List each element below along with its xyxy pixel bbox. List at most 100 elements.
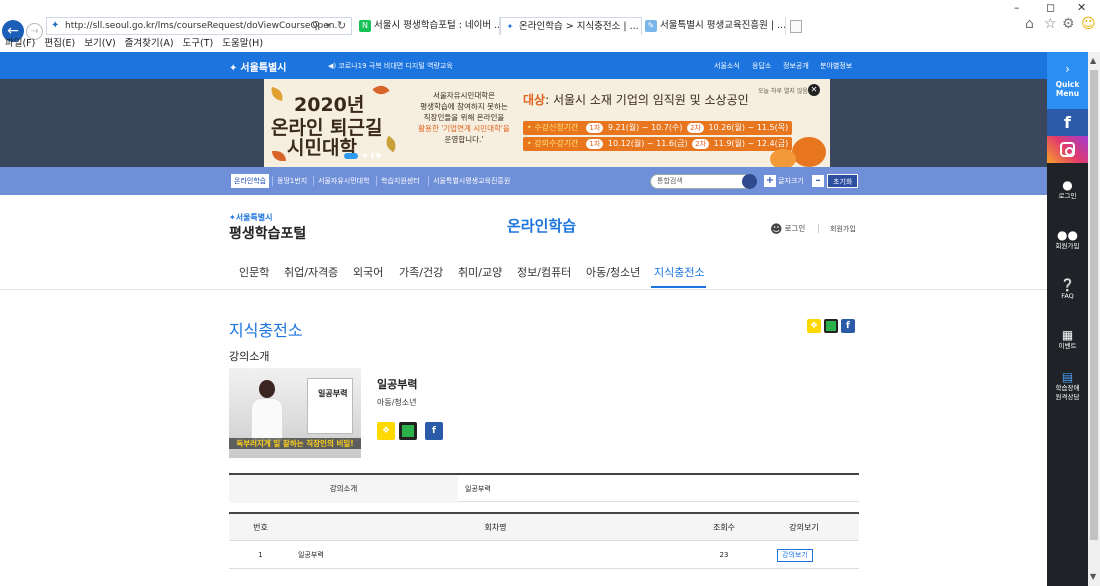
scroll-up-icon[interactable]: ▲: [1090, 56, 1096, 65]
quick-faq[interactable]: ❔ FAQ: [1047, 278, 1088, 301]
menu-favorites[interactable]: 즐겨찾기(A): [125, 38, 174, 49]
course-thumbnail[interactable]: 일공부력 독부러지게 일 잘하는 직장인의 비밀!: [229, 368, 361, 458]
lecturer-figure: [251, 380, 283, 442]
menu-view[interactable]: 보기(V): [84, 38, 115, 49]
favorites-star-icon[interactable]: ☆: [1044, 16, 1057, 32]
page-heading: 온라인학습: [507, 217, 577, 235]
info-value: 일공부력: [465, 485, 491, 493]
cat-foreign-language[interactable]: 외국어: [353, 264, 383, 280]
cat-knowledge-charge[interactable]: 지식충전소: [654, 264, 705, 280]
apply-period-row: • 수강신청기간 1차 9.21(월) ~ 10.7(수) 2차 10.26(월)…: [523, 121, 793, 135]
news-ticker[interactable]: ◀) 코로나19 극복 비대면 디지털 역량교육: [328, 61, 453, 71]
cat-family-health[interactable]: 가족/건강: [399, 264, 443, 280]
reset-font-button[interactable]: 초기화: [827, 174, 859, 188]
apply-round-1: 9.21(월) ~ 10.7(수): [607, 123, 683, 132]
new-tab-button[interactable]: [790, 20, 802, 33]
leaf-decoration: [382, 135, 400, 153]
menu-file[interactable]: 파일(F): [5, 38, 35, 49]
scroll-thumb[interactable]: [1090, 70, 1098, 540]
gnb-free-citizen-univ[interactable]: 서울자유시민대학: [315, 174, 373, 188]
font-decrease-button[interactable]: –: [812, 175, 824, 187]
banner-slider-controls[interactable]: ◀ ❚❚ ▶: [344, 152, 384, 160]
tab-label: 서울시 평생학습포털 : 네이버 ...: [374, 20, 500, 31]
tab-naver[interactable]: N 서울시 평생학습포털 : 네이버 ...: [356, 17, 500, 35]
address-bar[interactable]: ✦ http://sll.seoul.go.kr/lms/courseReque…: [46, 17, 352, 35]
slide-indicator[interactable]: [344, 153, 358, 159]
kakaostory-share-icon[interactable]: ❖: [377, 422, 395, 440]
quick-join[interactable]: ●● 회원가입: [1047, 228, 1088, 251]
link-field-info[interactable]: 분야별정보: [820, 61, 852, 71]
round-chip: 1차: [586, 123, 604, 133]
portal-title[interactable]: 평생학습포털: [229, 223, 306, 243]
thumbnail-board: [307, 378, 353, 434]
gnb-separator: [272, 176, 273, 186]
cat-humanities[interactable]: 인문학: [239, 264, 269, 280]
gnb-online-learning[interactable]: 온라인학습: [231, 174, 270, 188]
menu-edit[interactable]: 편집(E): [44, 38, 75, 49]
quick-login[interactable]: ● 로그인: [1047, 178, 1088, 201]
next-slide-icon[interactable]: ▶: [378, 152, 383, 159]
dropdown-icon[interactable]: ▾: [326, 17, 330, 35]
course-info-table: 강의소개 일공부력: [229, 473, 859, 503]
quick-remote-counsel[interactable]: ▤ 학습장애 원격상담: [1047, 370, 1088, 402]
quick-event[interactable]: ▦ 이벤트: [1047, 328, 1088, 351]
search-button[interactable]: [742, 174, 757, 189]
minimize-button[interactable]: –: [1014, 1, 1020, 14]
join-link[interactable]: 회원가입: [830, 224, 856, 234]
quick-menu-toggle[interactable]: › Quick Menu: [1047, 52, 1088, 109]
link-seoul-news[interactable]: 서울소식: [714, 61, 740, 71]
portal-logo-small[interactable]: ✦서울특별시: [229, 212, 273, 223]
gnb-mongttang[interactable]: 몽땅1번지: [274, 174, 310, 188]
seoul-logo[interactable]: ✦ 서울특별시: [229, 59, 286, 74]
browser-chrome: ← → ✦ http://sll.seoul.go.kr/lms/courseR…: [0, 0, 1100, 52]
banner-target: 대상: 서울시 소재 기업의 임직원 및 소상공인: [523, 91, 749, 108]
scroll-down-icon[interactable]: ▼: [1090, 572, 1096, 581]
font-increase-button[interactable]: +: [764, 175, 776, 187]
tab-online-learning[interactable]: ✦ 온라인학습 > 지식충전소 | ...×: [500, 17, 642, 35]
close-window-button[interactable]: ✕: [1077, 1, 1086, 14]
gnb-learning-support[interactable]: 학습지원센터: [378, 174, 423, 188]
facebook-share-icon[interactable]: f: [841, 319, 855, 333]
maximize-button[interactable]: ◻: [1046, 1, 1055, 14]
thumbnail-caption: 독부러지게 일 잘하는 직장인의 비밀!: [229, 438, 361, 449]
refresh-icon[interactable]: ↻: [337, 17, 346, 35]
vertical-scrollbar[interactable]: ▲ ▼: [1088, 52, 1100, 586]
band-share-icon[interactable]: [824, 319, 838, 333]
settings-gear-icon[interactable]: ⚙: [1062, 16, 1075, 32]
dont-show-today-link[interactable]: 오늘 하루 열지 않음: [758, 86, 808, 95]
banner-desc-line: 운영합니다.': [444, 135, 484, 144]
menu-tools[interactable]: 도구(T): [183, 38, 214, 49]
prev-slide-icon[interactable]: ◀: [362, 152, 367, 159]
search-icon[interactable]: ⚲: [312, 17, 320, 35]
login-link[interactable]: ☻ 로그인: [770, 222, 805, 236]
facebook-share-icon[interactable]: f: [425, 422, 443, 440]
intro-heading: 강의소개: [229, 350, 270, 363]
row-name[interactable]: 일공부력: [298, 541, 324, 569]
search-input[interactable]: 통합검색: [650, 174, 757, 189]
tab-sile[interactable]: ✎ 서울특별시 평생교육진흥원 | ...: [642, 17, 786, 35]
banner-desc-line: 서울자유시민대학은: [432, 91, 496, 100]
cat-computer[interactable]: 정보/컴퓨터: [517, 264, 571, 280]
row-no: 1: [258, 551, 263, 559]
menu-help[interactable]: 도움말(H): [222, 38, 263, 49]
home-icon[interactable]: ⌂: [1025, 16, 1034, 32]
banner-close-button[interactable]: ✕: [808, 84, 820, 96]
quick-faq-label: FAQ: [1061, 292, 1074, 300]
gnb-separator: [376, 176, 377, 186]
link-eungdapso[interactable]: 응답소: [752, 61, 771, 71]
cat-employment[interactable]: 취업/자격증: [284, 264, 338, 280]
study-round-1: 10.12(월) ~ 11.6(금): [607, 139, 688, 148]
cat-hobby[interactable]: 취미/교양: [458, 264, 502, 280]
instagram-icon[interactable]: [1047, 136, 1088, 163]
gnb-sile[interactable]: 서울특별시평생교육진흥원: [430, 174, 513, 188]
table-row: 1 일공부력 23 강의보기: [229, 541, 859, 569]
study-period-row: • 강의수강기간 1차 10.12(월) ~ 11.6(금) 2차 11.9(월)…: [523, 137, 793, 151]
gnb-separator: [313, 176, 314, 186]
watch-lecture-button[interactable]: 강의보기: [777, 549, 813, 562]
link-info-disclosure[interactable]: 정보공개: [783, 61, 809, 71]
feedback-smiley-icon[interactable]: ☺: [1081, 16, 1096, 32]
kakaostory-share-icon[interactable]: ❖: [807, 319, 821, 333]
facebook-icon[interactable]: f: [1047, 109, 1088, 136]
cat-kids-youth[interactable]: 아동/청소년: [586, 264, 640, 280]
band-share-icon[interactable]: [399, 422, 417, 440]
